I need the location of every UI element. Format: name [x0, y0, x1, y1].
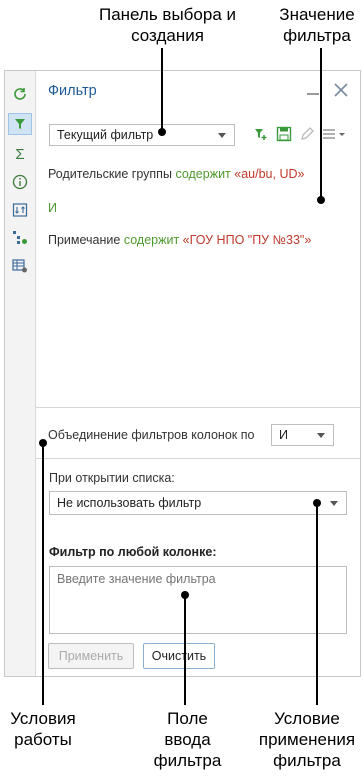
- add-filter-icon[interactable]: [252, 126, 268, 142]
- filter-panel: Фильтр Текущий фильтр Родительские групп…: [36, 71, 360, 676]
- divider: [36, 407, 360, 408]
- list-menu-icon[interactable]: [321, 126, 347, 142]
- sum-icon[interactable]: Σ: [8, 143, 32, 165]
- edit-icon[interactable]: [299, 126, 315, 142]
- filter-window: Σ Фильтр Текущий фильтр Родительские гру…: [4, 70, 361, 677]
- condition-field: Примечание: [48, 233, 121, 247]
- side-toolbar: Σ: [5, 71, 36, 676]
- pointer-line-value: [320, 48, 322, 200]
- refresh-icon[interactable]: [8, 83, 32, 105]
- chevron-down-icon: [317, 433, 325, 438]
- on-open-select[interactable]: Не использовать фильтр: [49, 491, 347, 515]
- condition-field: Родительские группы: [48, 167, 172, 181]
- annotation-panel: Панель выбора и создания: [98, 5, 237, 45]
- pointer-line-conditions: [42, 443, 44, 705]
- filter-value-input[interactable]: [49, 566, 347, 634]
- annotation-input: Поле ввода фильтра: [153, 709, 222, 770]
- condition-operator[interactable]: содержит: [175, 167, 230, 181]
- condition-value[interactable]: «ГОУ НПО "ПУ №33"»: [183, 233, 312, 247]
- annotation-value: Значение фильтра: [279, 5, 355, 45]
- clear-button-label: Очистить: [151, 649, 207, 663]
- filter-select[interactable]: Текущий фильтр: [49, 124, 235, 146]
- condition-row-2[interactable]: Примечание содержит «ГОУ НПО "ПУ №33"»: [48, 233, 311, 247]
- condition-row-1[interactable]: Родительские группы содержит «au/bu, UD»: [48, 167, 304, 181]
- sort-icon[interactable]: [8, 199, 32, 221]
- any-column-label: Фильтр по любой колонке:: [49, 545, 217, 559]
- minimize-icon[interactable]: [307, 93, 319, 95]
- clear-button[interactable]: Очистить: [143, 643, 215, 669]
- annotation-apply-condition: Условие применения фильтра: [258, 709, 356, 770]
- divider: [36, 458, 360, 459]
- close-icon[interactable]: [334, 83, 348, 97]
- condition-connector[interactable]: И: [48, 201, 57, 215]
- filter-select-value: Текущий фильтр: [57, 128, 154, 142]
- chevron-down-icon: [330, 501, 338, 506]
- annotation-conditions: Условия работы: [10, 709, 76, 749]
- chevron-down-icon: [218, 133, 226, 138]
- on-open-label: При открытии списка:: [49, 471, 175, 485]
- pointer-line-apply-condition: [316, 503, 318, 705]
- save-icon[interactable]: [276, 126, 292, 142]
- grid-settings-icon[interactable]: [8, 255, 32, 277]
- info-icon[interactable]: [8, 171, 32, 193]
- combine-select-value: И: [279, 428, 288, 442]
- combine-select[interactable]: И: [271, 424, 334, 446]
- condition-operator[interactable]: содержит: [124, 233, 179, 247]
- condition-value[interactable]: «au/bu, UD»: [234, 167, 304, 181]
- apply-button[interactable]: Применить: [48, 643, 134, 669]
- pointer-line-input: [184, 595, 186, 705]
- panel-title: Фильтр: [48, 83, 97, 99]
- on-open-select-value: Не использовать фильтр: [57, 496, 202, 510]
- pointer-dot-value: [317, 196, 325, 204]
- pointer-line-panel: [161, 48, 163, 132]
- pointer-dot-panel: [158, 128, 166, 136]
- apply-button-label: Применить: [58, 649, 124, 663]
- tree-settings-icon[interactable]: [8, 227, 32, 249]
- filter-icon[interactable]: [8, 113, 32, 135]
- combine-label: Объединение фильтров колонок по: [48, 428, 255, 442]
